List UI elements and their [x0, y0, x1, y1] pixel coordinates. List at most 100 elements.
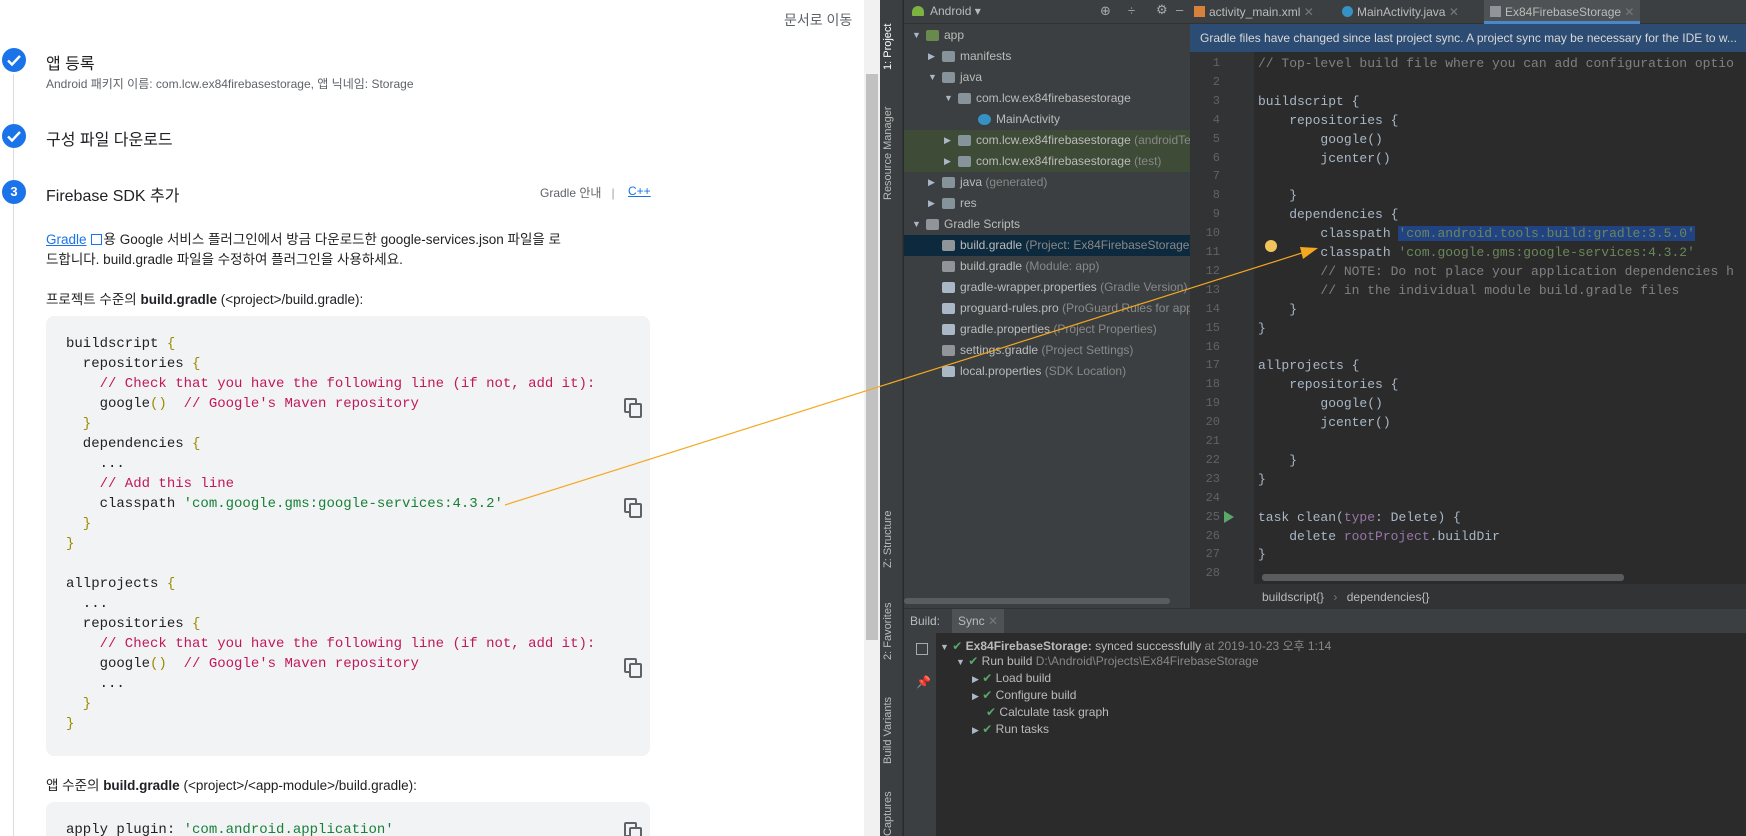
line-number: 6 [1212, 150, 1220, 165]
tab-ex84firebasestorage[interactable]: Ex84FirebaseStorage ✕ [1484, 0, 1641, 24]
breadcrumb-item[interactable]: buildscript{} [1262, 590, 1324, 604]
code-line: jcenter() [1258, 150, 1391, 166]
captures-tab[interactable]: Captures [882, 791, 894, 836]
step-connector [13, 204, 14, 836]
editor-gutter: 1 2 3 4 5 6 7 8 9 10 11 12 13 14 15 16 17 18 19 20 21 22 23 24 2… [1190, 52, 1254, 584]
app-level-label: 앱 수준의 build.gradle (<project>/<app-modul… [46, 778, 417, 793]
gradle-link[interactable]: Gradle [46, 232, 87, 247]
code-line: task clean(type: Delete) { [1258, 509, 1461, 525]
build-row-task-graph[interactable]: ✔ Calculate task graph [986, 705, 1109, 719]
tree-item-package[interactable]: ▼ com.lcw.ex84firebasestorage [904, 88, 1190, 109]
code-line: // NOTE: Do not place your application d… [1258, 263, 1734, 279]
copy-icon[interactable] [624, 498, 642, 518]
tree-item-manifests[interactable]: ▶ manifests [904, 46, 1190, 67]
build-row-run-tasks[interactable]: ▶ ✔ Run tasks [972, 722, 1049, 736]
tree-item-java[interactable]: ▼ java [904, 67, 1190, 88]
build-header: Build: Sync ✕ [904, 609, 1746, 633]
line-number: 28 [1205, 566, 1220, 581]
step-1-done-icon [2, 48, 26, 72]
step-3-number: 3 [2, 180, 26, 204]
code-line: google() [1258, 396, 1383, 412]
copy-icon[interactable] [624, 398, 642, 418]
locate-icon[interactable]: ⊕ [1100, 3, 1111, 19]
line-number: 15 [1205, 320, 1220, 335]
gear-icon[interactable]: ⚙ [1156, 2, 1168, 18]
external-link-icon [90, 234, 102, 245]
tree-item-gradle-wrapper[interactable]: gradle-wrapper.properties (Gradle Versio… [904, 277, 1190, 298]
build-row-load-build[interactable]: ▶ ✔ Load build [972, 671, 1051, 685]
tree-item-settings-gradle[interactable]: settings.gradle (Project Settings) [904, 340, 1190, 361]
java-class-icon [1342, 6, 1353, 17]
gradle-file-icon [1490, 6, 1501, 17]
line-number: 17 [1205, 358, 1220, 373]
code-line: classpath 'com.google.gms:google-service… [1258, 245, 1695, 260]
tree-item-build-gradle-project[interactable]: build.gradle (Project: Ex84FirebaseStora… [904, 235, 1193, 256]
xml-file-icon [1194, 6, 1205, 17]
build-row-run-build[interactable]: ▼ ✔ Run build D:\Android\Projects\Ex84Fi… [956, 654, 1259, 668]
line-number: 23 [1205, 471, 1220, 486]
project-panel: Android ▾ ⊕ ÷ ⚙ – ▼ app ▶ manifests ▼ java … [904, 0, 1204, 608]
collapse-icon[interactable]: ÷ [1128, 3, 1135, 18]
line-number: 2 [1212, 74, 1220, 89]
line-number: 18 [1205, 377, 1220, 392]
breadcrumb-item[interactable]: dependencies{} [1347, 590, 1430, 604]
tree-item-local-properties[interactable]: local.properties (SDK Location) [904, 361, 1190, 382]
code-line: } [1258, 547, 1266, 563]
step-2-done-icon [2, 124, 26, 148]
line-number: 19 [1205, 396, 1220, 411]
favorites-tab[interactable]: 2: Favorites [882, 603, 894, 660]
step-connector [13, 74, 14, 126]
step-3-intro: Gradle 용 Google 서비스 플러그인에서 방금 다운로드한 googl… [46, 232, 561, 267]
tree-item-package-test[interactable]: ▶ com.lcw.ex84firebasestorage (test) [904, 151, 1190, 172]
tree-item-proguard[interactable]: proguard-rules.pro (ProGuard Rules for a… [904, 298, 1197, 319]
tree-item-gradle-scripts[interactable]: ▼ Gradle Scripts [904, 214, 1190, 235]
line-number: 25 [1205, 509, 1220, 524]
success-check-icon: ✔ [982, 722, 993, 736]
build-row-configure-build[interactable]: ▶ ✔ Configure build [972, 688, 1076, 702]
resource-manager-tab[interactable]: Resource Manager [882, 106, 894, 200]
minimize-icon[interactable]: – [1176, 2, 1183, 17]
project-panel-hscrollbar[interactable] [904, 598, 1170, 604]
build-variants-tab[interactable]: Build Variants [882, 697, 894, 764]
project-level-label: 프로젝트 수준의 build.gradle (<project>/build.g… [46, 292, 364, 307]
copy-icon[interactable] [624, 658, 642, 678]
code-line: // in the individual module build.gradle… [1258, 282, 1680, 298]
copy-icon[interactable] [624, 822, 642, 836]
pin-icon[interactable]: 📌 [916, 675, 931, 689]
cpp-guide-link[interactable]: C++ [628, 184, 651, 198]
editor-hscrollbar[interactable] [1262, 574, 1624, 581]
tree-item-res[interactable]: ▶ res [904, 193, 1190, 214]
tree-item-java-generated[interactable]: ▶ java (generated) [904, 172, 1190, 193]
tab-activity-main-xml[interactable]: activity_main.xml ✕ [1194, 0, 1314, 24]
build-side-icon[interactable] [916, 643, 928, 655]
build-row-sync[interactable]: ▼ ✔ Ex84FirebaseStorage: synced successf… [940, 637, 1331, 654]
code-line: } [1258, 301, 1298, 317]
tree-item-app[interactable]: ▼ app [904, 25, 1190, 46]
step-1-title: 앱 등록 [46, 56, 95, 73]
project-view-selector[interactable]: Android ▾ [930, 4, 981, 18]
page-scrollbar-thumb[interactable] [866, 74, 878, 640]
line-number: 21 [1205, 434, 1220, 448]
run-icon[interactable] [1224, 511, 1234, 523]
gradle-guide-tab[interactable]: Gradle 안내 | [540, 184, 615, 201]
go-to-docs-link[interactable]: 문서로 이동 [784, 10, 852, 30]
tree-item-gradle-properties[interactable]: gradle.properties (Project Properties) [904, 319, 1190, 340]
tab-mainactivity-java[interactable]: MainActivity.java ✕ [1342, 0, 1459, 24]
gradle-sync-notice: Gradle files have changed since last pro… [1190, 24, 1746, 52]
android-icon [912, 6, 924, 16]
code-line: buildscript { [1258, 93, 1360, 109]
tree-item-build-gradle-module[interactable]: build.gradle (Module: app) [904, 256, 1190, 277]
project-tool-tab[interactable]: 1: Project [882, 24, 894, 70]
sync-tab[interactable]: Sync ✕ [952, 609, 1005, 633]
line-number: 13 [1205, 282, 1220, 297]
line-number: 3 [1212, 93, 1220, 108]
line-number: 12 [1205, 263, 1220, 278]
tree-item-mainactivity[interactable]: MainActivity [904, 109, 1190, 130]
line-number: 5 [1212, 131, 1220, 146]
success-check-icon: ✔ [982, 671, 993, 685]
code-line: dependencies { [1258, 207, 1399, 223]
structure-tab[interactable]: Z: Structure [882, 511, 894, 568]
tree-item-package-androidtest[interactable]: ▶ com.lcw.ex84firebasestorage (androidTes… [904, 130, 1204, 151]
step-1-subtitle: Android 패키지 이름: com.lcw.ex84firebasestor… [46, 77, 414, 91]
line-number: 24 [1205, 490, 1220, 505]
